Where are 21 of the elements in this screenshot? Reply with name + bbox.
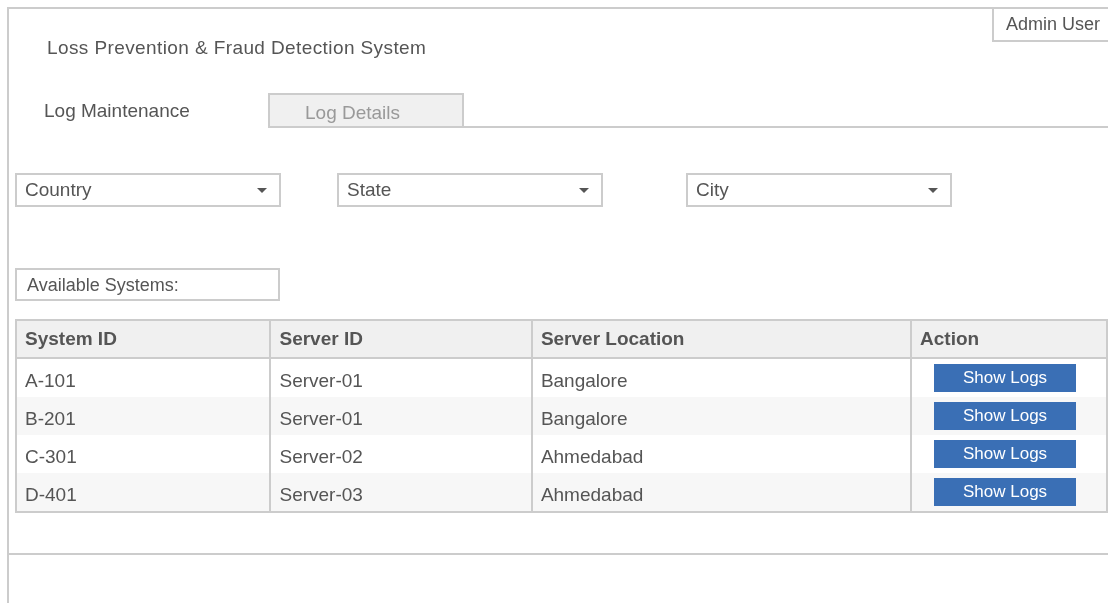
dropdown[interactable]: State (337, 173, 603, 207)
table-cell: Ahmedabad (531, 473, 912, 512)
column-header: System ID (16, 320, 271, 358)
show-logs-button[interactable]: Show Logs (934, 364, 1077, 392)
show-logs-button[interactable]: Show Logs (934, 478, 1077, 506)
table-cell: D-401 (16, 473, 271, 512)
user-name[interactable]: Admin User (991, 9, 1108, 42)
caret-icon (579, 187, 589, 193)
tab[interactable]: Log Maintenance (9, 93, 270, 128)
caret-icon (257, 187, 267, 193)
column-header: Server Location (531, 320, 912, 358)
column-header: Action (911, 320, 1107, 358)
show-logs-button[interactable]: Show Logs (934, 402, 1077, 430)
app-title: Loss Prevention & Fraud Detection System (47, 37, 427, 59)
section-label: Available Systems: (15, 268, 280, 301)
column-header: Server ID (270, 320, 532, 358)
caret-icon (928, 187, 938, 193)
show-logs-button[interactable]: Show Logs (934, 440, 1077, 468)
dropdown[interactable]: City (686, 173, 952, 207)
dropdown[interactable]: Country (15, 173, 281, 207)
table-cell: Server-03 (270, 473, 532, 512)
